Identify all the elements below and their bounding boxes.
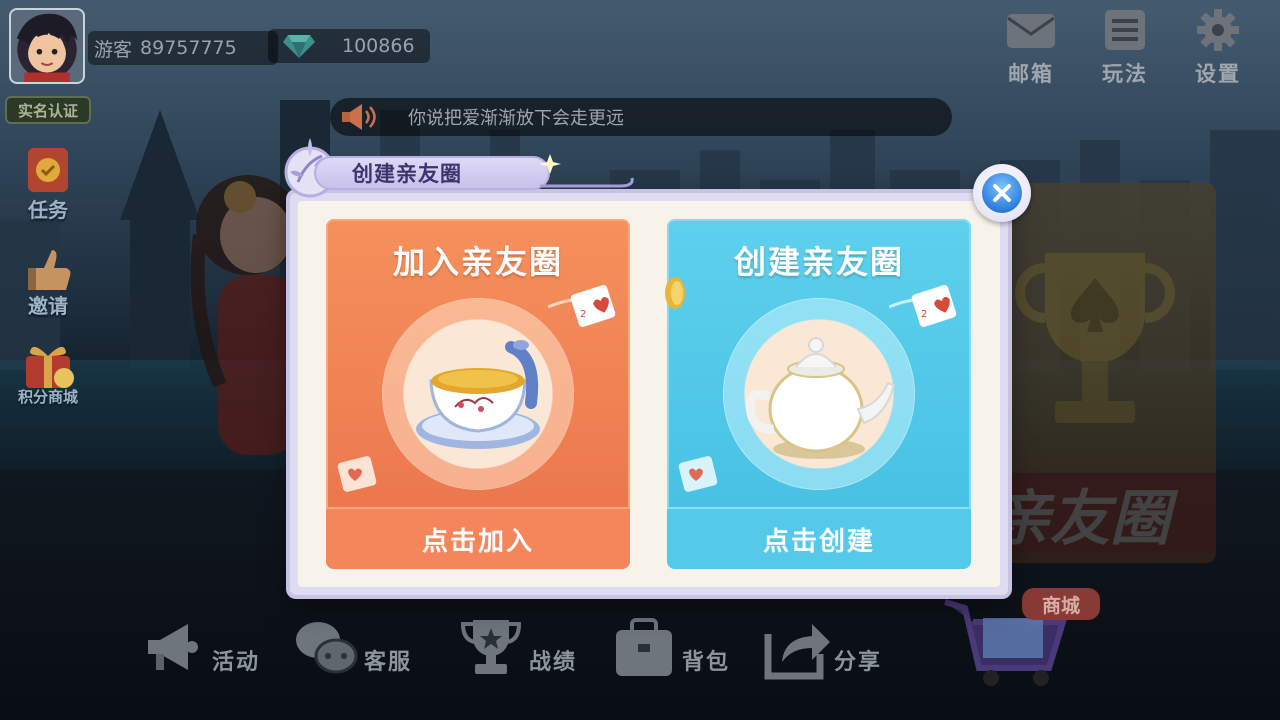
marquee-text: 你说把爱渐渐放下会走更远 [408,108,624,129]
share-icon [764,624,830,680]
player-id: 89757775 [140,37,237,59]
create-button[interactable]: 点击创建 [667,507,971,569]
join-button[interactable]: 点击加入 [326,507,630,569]
diamond-icon [283,35,315,58]
avatar-portrait [16,13,78,82]
playing-card-icon [678,456,718,492]
mail-button[interactable]: 邮箱 [996,8,1066,90]
diamond-count: 100866 [342,35,415,57]
share-label: 分享 [834,650,883,675]
svg-text:2: 2 [921,309,927,320]
gift-icon [26,346,74,388]
bag-label: 背包 [682,650,731,675]
bottom-item-share[interactable]: 分享 [760,608,882,688]
megaphone-icon [148,624,198,670]
playing-card-icon [337,456,377,492]
close-button-core [982,173,1022,213]
bottom-item-events[interactable]: 活动 [138,608,260,688]
side-item-invite[interactable]: 邀请 [8,238,88,319]
task-icon [28,148,68,192]
side-item-points-mall[interactable]: 积分商城 [8,334,88,407]
rules-label: 玩法 [1102,62,1148,86]
shop-button[interactable]: 商城 [1022,588,1100,620]
speaker-icon [342,104,376,130]
events-label: 活动 [212,650,261,675]
bottom-item-record[interactable]: 战绩 [455,608,577,688]
create-circle-card[interactable]: 创建亲友圈 2 点击创建 [667,219,971,569]
points-mall-label: 积分商城 [17,388,78,406]
svg-text:2: 2 [580,309,586,320]
close-button[interactable] [973,164,1031,222]
bottom-item-bag[interactable]: 背包 [608,608,730,688]
settings-label: 设置 [1195,62,1241,86]
bottom-item-service[interactable]: 客服 [290,608,412,688]
dialog-title-tab: 创建亲友圈 [280,138,634,198]
rules-button[interactable]: 玩法 [1090,8,1160,90]
bag-icon [616,618,672,676]
cloud-deco-icon [539,154,634,193]
coin-icon [665,277,685,309]
playing-card-icon: 2 [548,285,616,327]
close-icon [993,184,1011,202]
realname-verify-button[interactable]: 实名认证 [5,96,91,124]
join-circle-card[interactable]: 加入亲友圈 2 点击加入 [326,219,630,569]
playing-card-icon: 2 [889,285,957,327]
invite-icon [28,250,71,290]
teapot-icon [745,337,896,459]
player-name-prefix: 游客 [94,38,133,61]
create-card-title: 创建亲友圈 [733,243,904,281]
player-avatar[interactable] [9,8,85,84]
mail-label: 邮箱 [1008,62,1054,86]
tasks-label: 任务 [28,198,68,222]
diamond-balance[interactable]: 100866 [268,29,430,63]
join-card-title: 加入亲友圈 [392,243,563,281]
mail-icon [1007,14,1055,48]
record-label: 战绩 [529,650,578,675]
rules-icon [1105,10,1145,50]
gear-icon [1197,9,1239,51]
chat-icon [296,622,358,674]
player-name-pill: 游客 89757775 [88,31,278,65]
trophy-icon [460,620,522,674]
side-item-tasks[interactable]: 任务 [8,142,88,223]
announcement-marquee: 你说把爱渐渐放下会走更远 [330,98,952,136]
teacup-icon [416,340,540,449]
service-label: 客服 [364,650,413,675]
dialog-title: 创建亲友圈 [314,156,550,190]
settings-button[interactable]: 设置 [1183,8,1253,90]
invite-label: 邀请 [28,294,68,318]
